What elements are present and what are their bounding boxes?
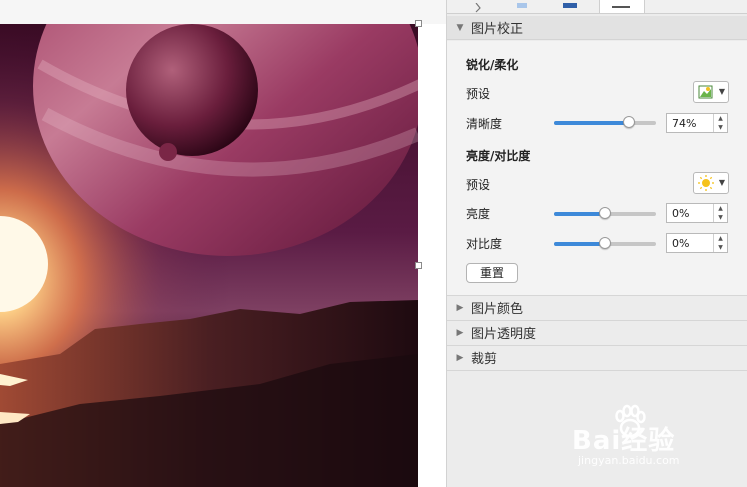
- panel-tab-bar: [447, 0, 747, 14]
- clarity-slider-knob[interactable]: [623, 116, 636, 128]
- brightness-slider-fill: [554, 212, 605, 216]
- sharpen-heading: 锐化/柔化: [466, 58, 519, 72]
- tab-picture[interactable]: [599, 0, 645, 13]
- canvas-toolbar-strip: [0, 0, 446, 24]
- contrast-slider[interactable]: [554, 237, 656, 249]
- layout-icon: [563, 3, 577, 8]
- brightness-value: 0%: [672, 207, 690, 220]
- triangle-down-icon: ▼: [456, 22, 464, 33]
- brightness-spinbox[interactable]: 0% ▲ ▼: [666, 203, 728, 223]
- picture-icon: [698, 85, 713, 99]
- triangle-right-icon: ▶: [456, 327, 464, 338]
- effects-icon: [517, 3, 527, 8]
- panel-divider: [447, 370, 747, 371]
- clarity-slider[interactable]: [554, 116, 656, 128]
- step-up-icon[interactable]: ▲: [714, 114, 727, 123]
- brightness-preset-dropdown[interactable]: ▼: [693, 172, 729, 194]
- resize-handle-right[interactable]: [415, 262, 422, 269]
- contrast-label: 对比度: [466, 237, 503, 251]
- format-picture-panel: ▼ 图片校正 锐化/柔化 预设 ▼ 清晰度 74% ▲▼ 亮度/对比度 预设: [446, 0, 747, 487]
- step-down-icon[interactable]: ▼: [714, 243, 727, 252]
- section-crop[interactable]: ▶ 裁剪: [447, 345, 747, 369]
- clarity-label: 清晰度: [466, 117, 503, 131]
- section-title: 图片校正: [471, 22, 524, 37]
- step-down-icon[interactable]: ▼: [714, 213, 727, 222]
- section-title: 裁剪: [471, 352, 498, 367]
- section-title: 图片颜色: [471, 302, 524, 317]
- brightness-label: 亮度: [466, 207, 491, 221]
- tab-layout[interactable]: [555, 0, 585, 13]
- triangle-right-icon: ▶: [456, 302, 464, 313]
- contrast-slider-fill: [554, 242, 605, 246]
- section-title: 图片透明度: [471, 327, 537, 342]
- stepper-arrows[interactable]: ▲ ▼: [713, 204, 727, 222]
- brightness-slider-knob[interactable]: [599, 207, 611, 219]
- clarity-spinbox[interactable]: 74% ▲ ▼: [666, 113, 728, 133]
- step-up-icon[interactable]: ▲: [714, 234, 727, 243]
- sharpen-preset-label: 预设: [466, 87, 491, 101]
- resize-handle-top-right[interactable]: [415, 20, 422, 27]
- step-down-icon[interactable]: ▼: [714, 123, 727, 132]
- paint-bucket-icon: [475, 2, 481, 13]
- sun-icon: [698, 175, 714, 191]
- chevron-down-icon: ▼: [718, 178, 725, 187]
- clarity-slider-fill: [554, 121, 630, 125]
- section-picture-transparency[interactable]: ▶ 图片透明度: [447, 320, 747, 344]
- tab-fill-line[interactable]: [465, 0, 495, 13]
- contrast-value: 0%: [672, 237, 690, 250]
- clarity-value: 74%: [672, 117, 697, 130]
- section-picture-corrections[interactable]: ▼ 图片校正: [447, 16, 747, 40]
- step-up-icon[interactable]: ▲: [714, 204, 727, 213]
- triangle-right-icon: ▶: [456, 352, 464, 363]
- reset-button[interactable]: 重置: [466, 263, 518, 283]
- picture-tab-icon: [612, 6, 630, 8]
- picture-corrections-body: 锐化/柔化 预设 ▼ 清晰度 74% ▲ ▼ 亮度/对比度 预设 ▼ 亮度 0%…: [447, 41, 747, 295]
- brightness-preset-label: 预设: [466, 178, 491, 192]
- stepper-arrows[interactable]: ▲ ▼: [713, 114, 727, 132]
- brightness-slider[interactable]: [554, 207, 656, 219]
- tab-effects[interactable]: [507, 0, 537, 13]
- contrast-spinbox[interactable]: 0% ▲ ▼: [666, 233, 728, 253]
- brightness-contrast-heading: 亮度/对比度: [466, 149, 531, 163]
- stepper-arrows[interactable]: ▲ ▼: [713, 234, 727, 252]
- space-scene-picture: [0, 24, 418, 487]
- section-picture-color[interactable]: ▶ 图片颜色: [447, 295, 747, 319]
- sharpen-preset-dropdown[interactable]: ▼: [693, 81, 729, 103]
- document-canvas: [0, 0, 446, 487]
- chevron-down-icon: ▼: [718, 87, 725, 96]
- contrast-slider-knob[interactable]: [599, 237, 611, 249]
- selected-image[interactable]: [0, 24, 418, 487]
